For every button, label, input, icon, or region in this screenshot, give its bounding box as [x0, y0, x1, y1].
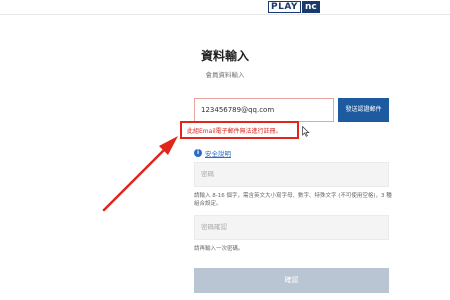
- annotation-arrow: [102, 136, 178, 212]
